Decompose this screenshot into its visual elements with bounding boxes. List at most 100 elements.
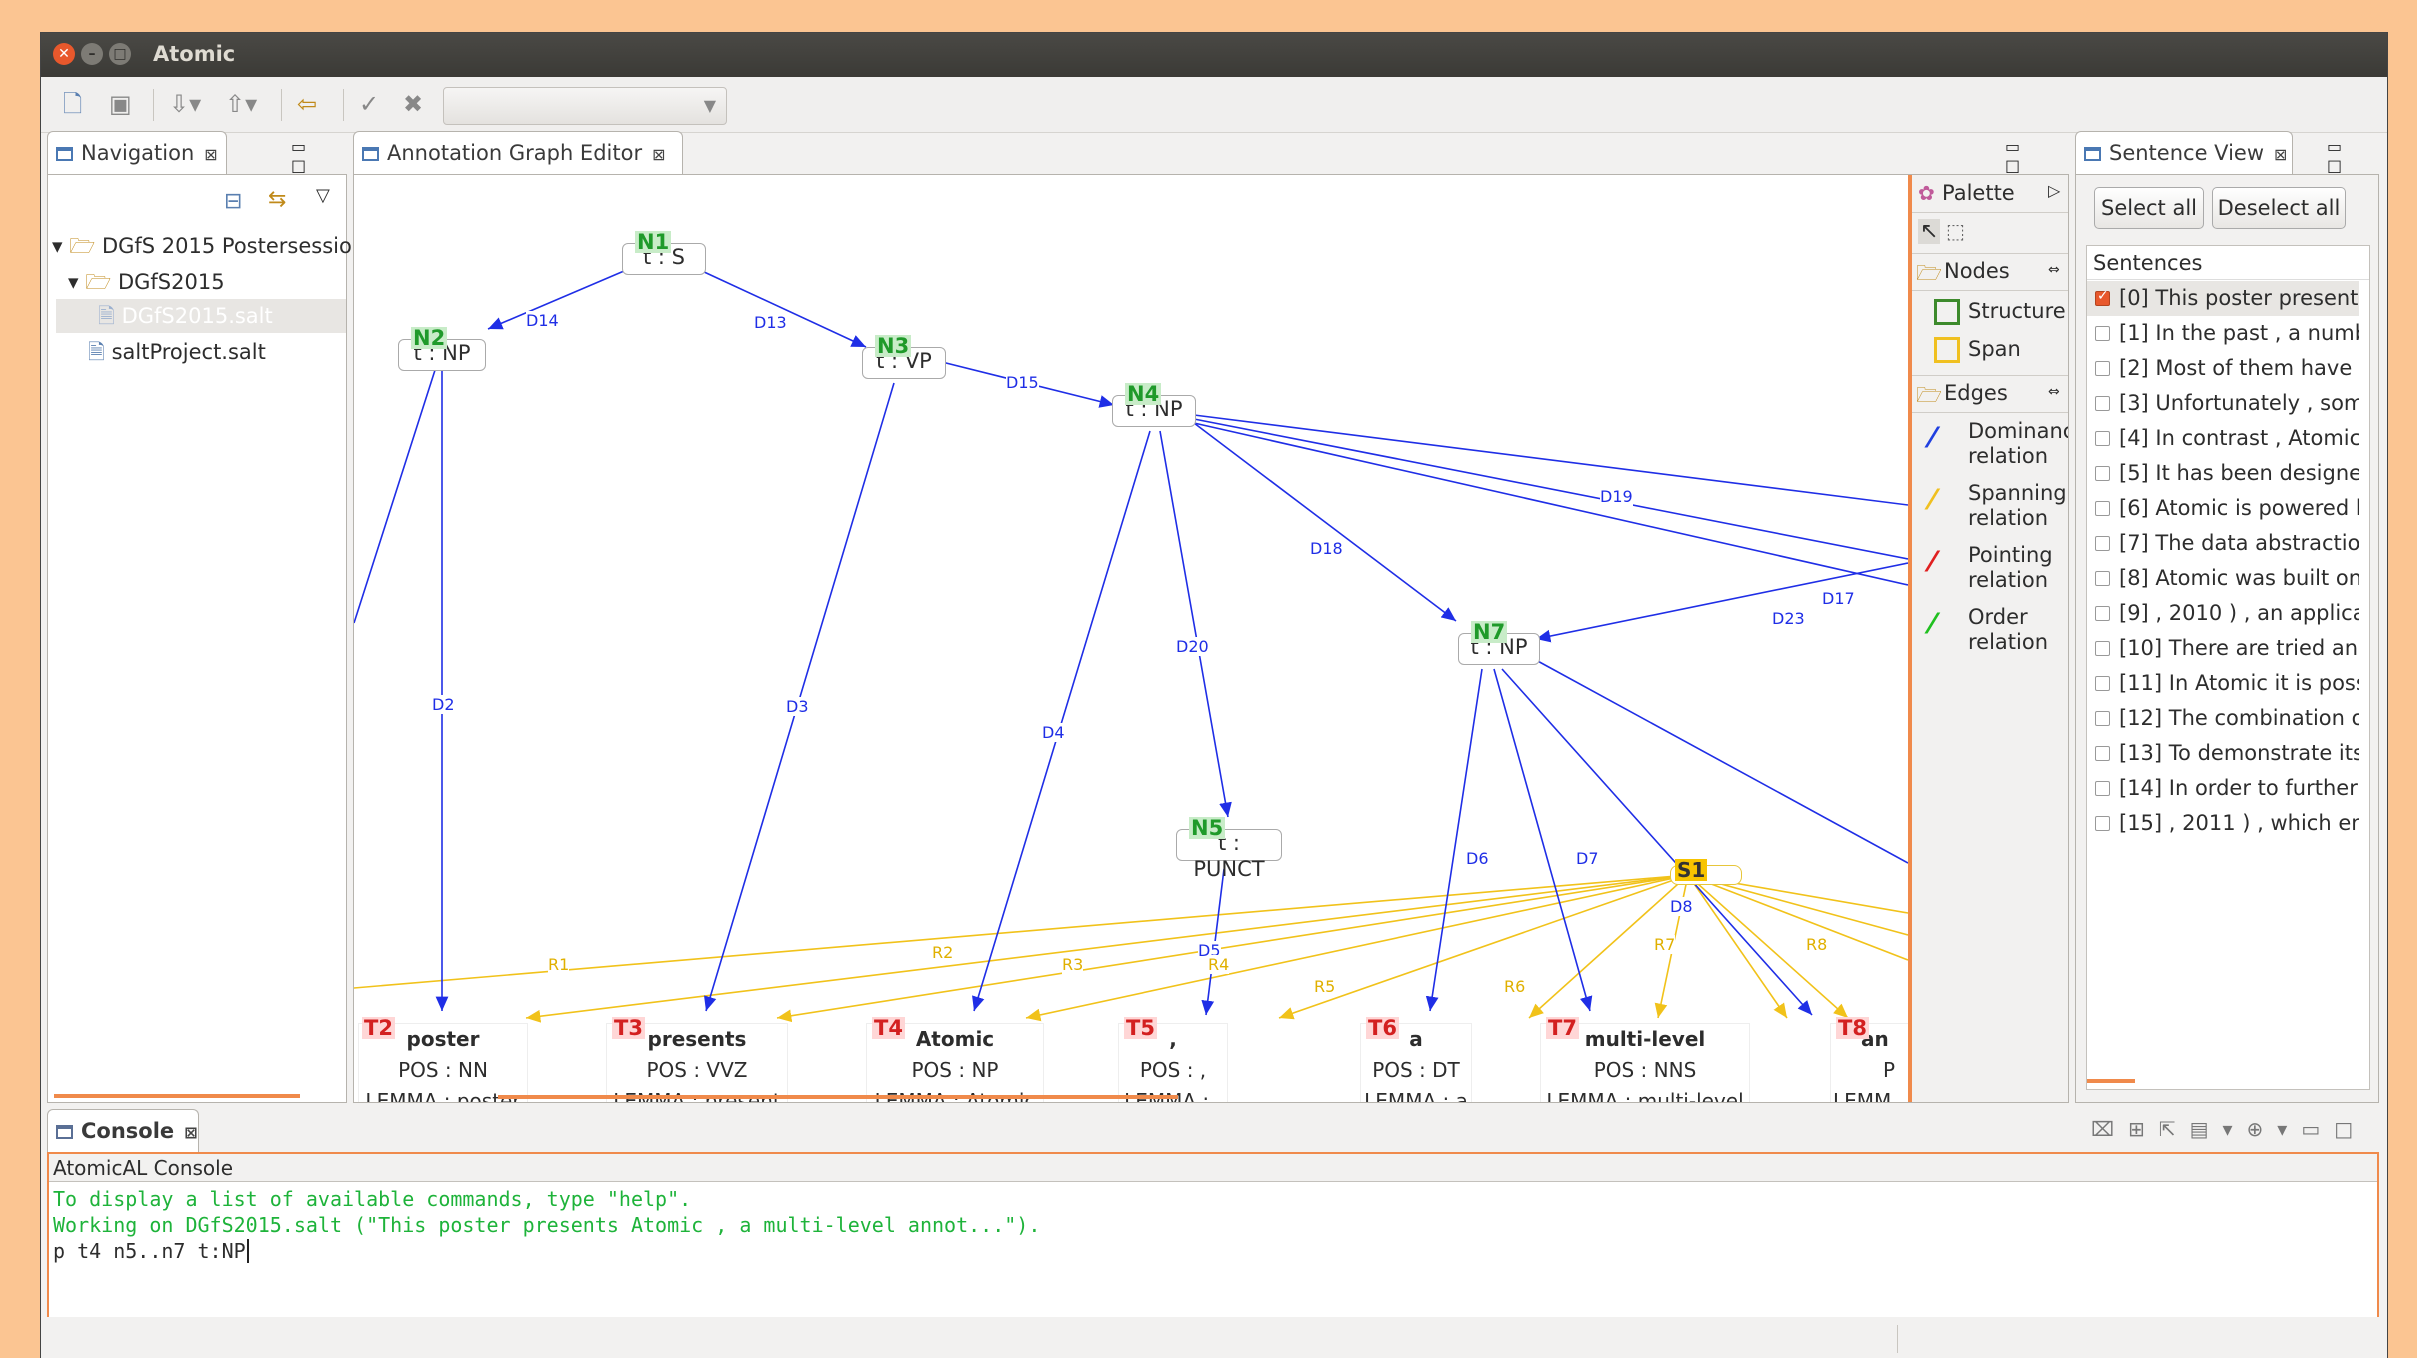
- sentence-item[interactable]: [4] In contrast , Atomic a: [2087, 421, 2359, 456]
- sentence-item[interactable]: ✓ [0] This poster presents: [2087, 281, 2359, 316]
- console-input[interactable]: p t4 n5..n7 t:NP: [53, 1238, 249, 1264]
- sentence-checkbox[interactable]: [2095, 361, 2110, 376]
- sentence-item[interactable]: [7] The data abstraction: [2087, 526, 2359, 561]
- token-lemma: LEMMA : multi-level: [1546, 1089, 1744, 1103]
- back-icon[interactable]: ⇦: [297, 89, 317, 119]
- sentence-item[interactable]: [2] Most of them have b: [2087, 351, 2359, 386]
- node-id: N7: [1471, 620, 1508, 644]
- sentence-item[interactable]: [3] Unfortunately , some: [2087, 386, 2359, 421]
- sentence-checkbox[interactable]: [2095, 501, 2110, 516]
- node-id: N3: [875, 334, 912, 358]
- sentence-checkbox[interactable]: [2095, 746, 2110, 761]
- structure-icon: [1934, 299, 1960, 325]
- minimize-window-button[interactable]: –: [81, 43, 103, 65]
- minimize-maximize-icons[interactable]: ▭ □: [2327, 137, 2379, 175]
- open-console-icon[interactable]: ⊕▾: [2247, 1117, 2302, 1141]
- sentence-checkbox[interactable]: [2095, 326, 2110, 341]
- sentence-checkbox[interactable]: [2095, 466, 2110, 481]
- sentence-item[interactable]: [12] The combination of: [2087, 701, 2359, 736]
- tab-navigation[interactable]: Navigation ⊠: [47, 131, 227, 175]
- cancel-icon[interactable]: ✖: [403, 89, 423, 119]
- link-editor-icon[interactable]: ⇆: [268, 187, 286, 212]
- close-window-button[interactable]: ✕: [53, 43, 75, 65]
- collapse-all-icon[interactable]: ⊟: [224, 189, 242, 214]
- sentence-item[interactable]: [5] It has been designed: [2087, 456, 2359, 491]
- minimize-maximize-icons[interactable]: ▭□: [2301, 1117, 2367, 1141]
- prev-annotation-icon[interactable]: ⇧▾: [225, 89, 257, 119]
- display-console-icon[interactable]: ▤▾: [2190, 1117, 2247, 1141]
- tree-item-folder[interactable]: ▾ 🗁 DGfS2015: [68, 265, 225, 299]
- palette-span[interactable]: Span: [1968, 337, 2021, 362]
- edge-label: R7: [1654, 935, 1676, 954]
- palette-order[interactable]: Order relation: [1968, 605, 2048, 655]
- sentence-checkbox[interactable]: [2095, 396, 2110, 411]
- select-tool-icon[interactable]: ↖: [1918, 219, 1941, 244]
- clear-console-icon[interactable]: ⌧: [2091, 1117, 2128, 1141]
- maximize-window-button[interactable]: □: [109, 43, 131, 65]
- sentence-item[interactable]: [10] There are tried and: [2087, 631, 2359, 666]
- main-toolbar: 🗋 ▣ ⇩▾ ⇧▾ ⇦ ✓ ✖ ▼: [41, 77, 2387, 133]
- token-pos: POS : VVZ: [646, 1058, 748, 1082]
- sentence-checkbox[interactable]: ✓: [2095, 288, 2110, 306]
- tab-console[interactable]: Console ⊠: [47, 1109, 199, 1153]
- sentence-checkbox[interactable]: [2095, 711, 2110, 726]
- sentence-checkbox[interactable]: [2095, 641, 2110, 656]
- next-annotation-icon[interactable]: ⇩▾: [169, 89, 201, 119]
- close-icon[interactable]: ⊠: [652, 145, 665, 164]
- view-menu-icon[interactable]: ▽: [316, 185, 330, 206]
- sentence-checkbox[interactable]: [2095, 536, 2110, 551]
- pin-console-icon[interactable]: ⇱: [2159, 1117, 2190, 1141]
- sentence-item[interactable]: [13] To demonstrate its: [2087, 736, 2359, 771]
- minimize-maximize-icons[interactable]: ▭ □: [291, 137, 347, 175]
- palette-dominance[interactable]: Dominance relation: [1968, 419, 2068, 469]
- sentence-item[interactable]: [15] , 2011 ) , which enab: [2087, 806, 2359, 841]
- minimize-maximize-icons[interactable]: ▭ □: [2005, 137, 2069, 175]
- toolbar-combo[interactable]: ▼: [443, 87, 727, 125]
- tab-annotation-graph-editor[interactable]: Annotation Graph Editor ⊠: [353, 131, 683, 175]
- palette-spanning[interactable]: Spanning relation: [1968, 481, 2067, 531]
- sentence-text: [14] In order to further e: [2119, 776, 2359, 800]
- sentence-checkbox[interactable]: [2095, 606, 2110, 621]
- tree-item-saltproject[interactable]: 🗎 saltProject.salt: [88, 335, 266, 369]
- apply-icon[interactable]: ✓: [359, 89, 379, 119]
- sentence-item[interactable]: [6] Atomic is powered b: [2087, 491, 2359, 526]
- select-all-button[interactable]: Select all: [2094, 187, 2204, 229]
- tree-item-dgfs2015-salt[interactable]: 🗎 DGfS2015.salt: [98, 299, 273, 333]
- sentence-checkbox[interactable]: [2095, 571, 2110, 586]
- palette-structure[interactable]: Structure: [1968, 299, 2066, 324]
- edge-label: R6: [1504, 977, 1526, 996]
- sentence-checkbox[interactable]: [2095, 431, 2110, 446]
- close-icon[interactable]: ⊠: [2274, 145, 2287, 164]
- file-icon: 🗎: [98, 304, 115, 328]
- sentence-item[interactable]: [9] , 2010 ) , an applicati: [2087, 596, 2359, 631]
- marquee-tool-icon[interactable]: ⬚: [1946, 219, 1965, 243]
- palette-edges-drawer[interactable]: 🗁 Edges ⇔: [1912, 375, 2068, 413]
- token-pos: POS : NNS: [1593, 1058, 1697, 1082]
- tree-item-project[interactable]: ▾ 🗁 DGfS 2015 Postersessio: [52, 229, 352, 263]
- scrollbar[interactable]: [2087, 1079, 2135, 1083]
- graph-canvas[interactable]: D14 D13 D15 D2 D3 D4 D18 D19 D20 D17 D23…: [353, 174, 2069, 1103]
- palette-pointing[interactable]: Pointing relation: [1968, 543, 2053, 593]
- new-file-icon[interactable]: 🗋: [63, 89, 82, 119]
- sentence-item[interactable]: [1] In the past , a numbe: [2087, 316, 2359, 351]
- sentence-item[interactable]: [11] In Atomic it is possi: [2087, 666, 2359, 701]
- span-icon: [1934, 337, 1960, 363]
- sentence-item[interactable]: [8] Atomic was built on t: [2087, 561, 2359, 596]
- sentence-item[interactable]: [14] In order to further e: [2087, 771, 2359, 806]
- tab-sentence-view[interactable]: Sentence View ⊠: [2075, 131, 2293, 175]
- token-pos: POS : NP: [911, 1058, 999, 1082]
- edge-layer: [354, 270, 1908, 1023]
- folder-icon: 🗁: [85, 270, 112, 294]
- horizontal-scrollbar[interactable]: [498, 1095, 1178, 1099]
- sentence-checkbox[interactable]: [2095, 816, 2110, 831]
- sentence-checkbox[interactable]: [2095, 676, 2110, 691]
- save-icon[interactable]: ▣: [109, 89, 132, 119]
- sentence-text: [4] In contrast , Atomic a: [2119, 426, 2359, 450]
- close-icon[interactable]: ⊠: [184, 1123, 197, 1142]
- deselect-all-button[interactable]: Deselect all: [2212, 187, 2346, 229]
- chevron-right-icon[interactable]: ▷: [2048, 181, 2060, 200]
- sentence-checkbox[interactable]: [2095, 781, 2110, 796]
- scroll-lock-icon[interactable]: ⊞: [2128, 1117, 2159, 1141]
- close-icon[interactable]: ⊠: [204, 145, 217, 164]
- palette-nodes-drawer[interactable]: 🗁 Nodes ⇔: [1912, 253, 2068, 291]
